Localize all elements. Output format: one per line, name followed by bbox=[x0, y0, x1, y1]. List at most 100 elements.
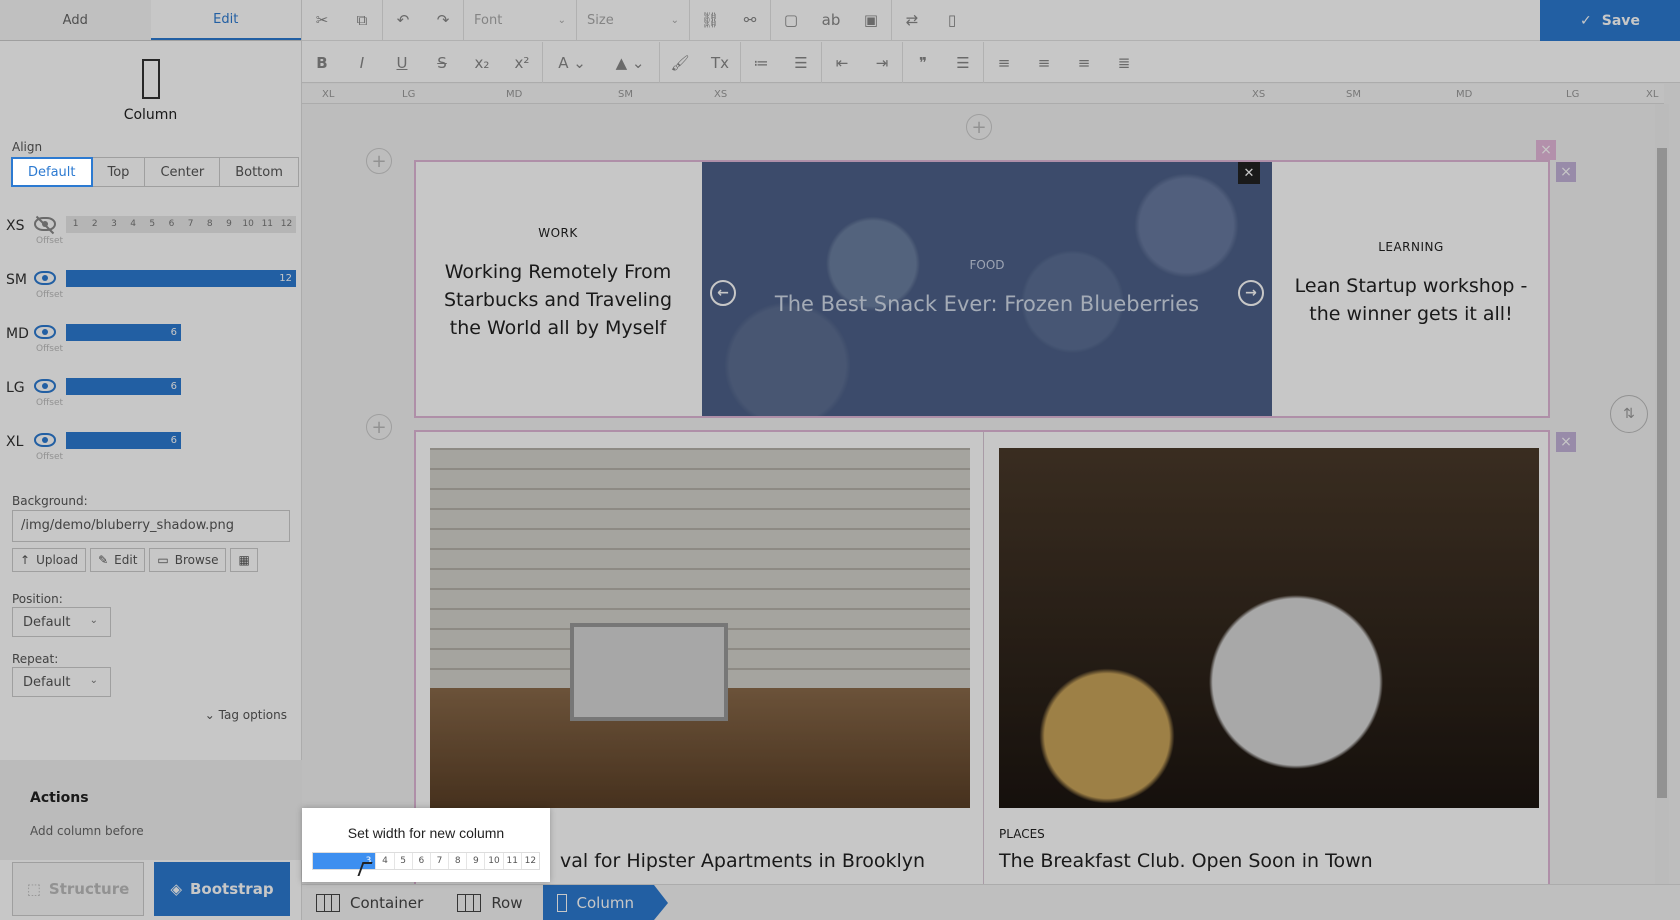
eye-icon[interactable] bbox=[34, 325, 56, 339]
structure-mode-button[interactable]: ⬚ Structure bbox=[12, 862, 144, 916]
add-row-icon[interactable]: + bbox=[366, 148, 392, 174]
width-cell[interactable]: 6 bbox=[411, 853, 430, 869]
text-direction-icon[interactable]: ⇄ bbox=[892, 0, 932, 40]
eye-icon[interactable] bbox=[34, 379, 56, 393]
grid-cell[interactable]: 7 bbox=[181, 216, 200, 233]
align-center-icon[interactable]: ≡ bbox=[1024, 43, 1064, 83]
align-right-icon[interactable]: ≡ bbox=[1064, 43, 1104, 83]
outdent-icon[interactable]: ⇤ bbox=[822, 43, 862, 83]
clear-format-icon[interactable]: Tx bbox=[700, 43, 740, 83]
add-column-before-action[interactable]: Add column before bbox=[30, 824, 144, 838]
quote-block-icon[interactable]: ▣ bbox=[851, 0, 891, 40]
edit-image-button[interactable]: ✎ Edit bbox=[90, 548, 146, 572]
repeat-select[interactable]: Default ⌄ bbox=[12, 667, 111, 697]
grid-cell[interactable]: 9 bbox=[219, 216, 238, 233]
post-card-work[interactable]: WORK Working Remotely From Starbucks and… bbox=[416, 162, 700, 416]
width-fill[interactable]: 12 bbox=[66, 270, 296, 287]
align-default-button[interactable]: Default bbox=[11, 157, 93, 187]
breadcrumb-container[interactable]: Container bbox=[302, 885, 443, 920]
tag-options-toggle[interactable]: ⌄ Tag options bbox=[205, 708, 287, 722]
post-title[interactable]: The Best Snack Ever: Frozen Blueberries bbox=[702, 292, 1272, 316]
link-icon[interactable]: ⛓ bbox=[690, 0, 730, 40]
font-select[interactable]: Font ⌄ bbox=[464, 0, 576, 40]
upload-button[interactable]: ↑ Upload bbox=[12, 548, 87, 572]
post-title[interactable]: Working Remotely From Starbucks and Trav… bbox=[432, 258, 684, 342]
superscript-icon[interactable]: x² bbox=[502, 43, 542, 83]
blockquote-icon[interactable]: ❞ bbox=[903, 43, 943, 83]
width-cell[interactable]: 7 bbox=[429, 853, 448, 869]
arrow-left-icon[interactable]: ← bbox=[710, 280, 736, 306]
post-title[interactable]: Lean Startup workshop - the winner gets … bbox=[1286, 272, 1536, 328]
width-fill[interactable]: 6 bbox=[66, 324, 181, 341]
align-left-icon[interactable]: ≡ bbox=[984, 43, 1024, 83]
ruler-label[interactable]: XL bbox=[322, 89, 334, 100]
post-title[interactable]: The Breakfast Club. Open Soon in Town bbox=[999, 850, 1373, 872]
width-cell[interactable]: 8 bbox=[448, 853, 466, 869]
width-cell[interactable]: 4 bbox=[375, 853, 393, 869]
eye-icon[interactable] bbox=[34, 271, 56, 285]
xs-width-grid[interactable]: 1 2 3 4 5 6 7 8 9 10 11 12 bbox=[66, 216, 296, 233]
row-1[interactable]: WORK Working Remotely From Starbucks and… bbox=[414, 160, 1550, 418]
ruler-label[interactable]: XS bbox=[714, 89, 727, 100]
align-bottom-button[interactable]: Bottom bbox=[219, 157, 299, 187]
highlight-color-icon[interactable]: ▲ ⌄ bbox=[601, 43, 659, 83]
redo-icon[interactable]: ↷ bbox=[423, 0, 463, 40]
lg-width-bar[interactable]: 6 bbox=[66, 378, 296, 395]
source-icon[interactable]: ▯ bbox=[932, 0, 972, 40]
bullet-list-icon[interactable]: ☰ bbox=[781, 43, 821, 83]
indent-icon[interactable]: ⇥ bbox=[862, 43, 902, 83]
width-cell[interactable]: 12 bbox=[520, 853, 539, 869]
sm-width-bar[interactable]: 12 bbox=[66, 270, 296, 287]
vertical-scrollbar[interactable] bbox=[1655, 104, 1669, 884]
width-cell[interactable]: 5 bbox=[393, 853, 412, 869]
ordered-list-icon[interactable]: ≔ bbox=[741, 43, 781, 83]
width-fill[interactable]: 6 bbox=[66, 432, 181, 449]
horizontal-rule-icon[interactable]: ☰ bbox=[943, 43, 983, 83]
scrollbar-thumb[interactable] bbox=[1657, 148, 1667, 798]
grid-cell[interactable]: 3 bbox=[104, 216, 123, 233]
offset-label[interactable]: Offset bbox=[36, 452, 63, 462]
italic-icon[interactable]: I bbox=[342, 43, 382, 83]
justify-icon[interactable]: ≣ bbox=[1104, 43, 1144, 83]
strikethrough-icon[interactable]: S bbox=[422, 43, 462, 83]
format-brush-icon[interactable]: 🖌 bbox=[660, 43, 700, 83]
grid-cell[interactable]: 12 bbox=[277, 216, 296, 233]
background-url-input[interactable]: /img/demo/bluberry_shadow.png bbox=[12, 510, 290, 542]
size-select[interactable]: Size ⌄ bbox=[577, 0, 689, 40]
add-row-icon[interactable]: + bbox=[366, 414, 392, 440]
grid-cell[interactable]: 1 bbox=[66, 216, 85, 233]
offset-label[interactable]: Offset bbox=[36, 398, 63, 408]
save-button[interactable]: ✓ Save bbox=[1540, 0, 1680, 41]
browse-button[interactable]: ▭ Browse bbox=[149, 548, 227, 572]
ruler-label[interactable]: XS bbox=[1252, 89, 1265, 100]
grid-cell[interactable]: 8 bbox=[200, 216, 219, 233]
row-2[interactable]: val for Hipster Apartments in Brooklyn P… bbox=[414, 430, 1550, 884]
post-title[interactable]: val for Hipster Apartments in Brooklyn bbox=[560, 850, 925, 872]
ruler-label[interactable]: XL bbox=[1646, 89, 1658, 100]
eye-icon[interactable] bbox=[34, 433, 56, 447]
tab-add[interactable]: Add bbox=[0, 0, 151, 40]
spellcheck-icon[interactable]: ab bbox=[811, 0, 851, 40]
offset-label[interactable]: Offset bbox=[36, 344, 63, 354]
copy-icon[interactable]: ⧉ bbox=[342, 0, 382, 40]
ruler-label[interactable]: SM bbox=[618, 89, 633, 100]
ruler-label[interactable]: MD bbox=[1456, 89, 1472, 100]
bold-icon[interactable]: B bbox=[302, 43, 342, 83]
add-container-icon[interactable]: + bbox=[966, 114, 992, 140]
grid-cell[interactable]: 4 bbox=[124, 216, 143, 233]
breadcrumb-column[interactable]: Column bbox=[542, 885, 669, 920]
breadcrumb-row[interactable]: Row bbox=[443, 885, 542, 920]
cut-icon[interactable]: ✂ bbox=[302, 0, 342, 40]
undo-icon[interactable]: ↶ bbox=[383, 0, 423, 40]
md-width-bar[interactable]: 6 bbox=[66, 324, 296, 341]
offset-label[interactable]: Offset bbox=[36, 236, 63, 246]
grid-cell[interactable]: 6 bbox=[162, 216, 181, 233]
post-card-learning[interactable]: LEARNING Lean Startup workshop - the win… bbox=[1272, 162, 1550, 416]
comment-icon[interactable]: ▢ bbox=[771, 0, 811, 40]
bootstrap-mode-button[interactable]: ◈ Bootstrap bbox=[154, 862, 290, 916]
column-2[interactable]: PLACES The Breakfast Club. Open Soon in … bbox=[985, 432, 1550, 884]
unlink-icon[interactable]: ⚯ bbox=[730, 0, 770, 40]
close-row-icon[interactable]: × bbox=[1556, 162, 1576, 182]
subscript-icon[interactable]: x₂ bbox=[462, 43, 502, 83]
position-select[interactable]: Default ⌄ bbox=[12, 607, 111, 637]
